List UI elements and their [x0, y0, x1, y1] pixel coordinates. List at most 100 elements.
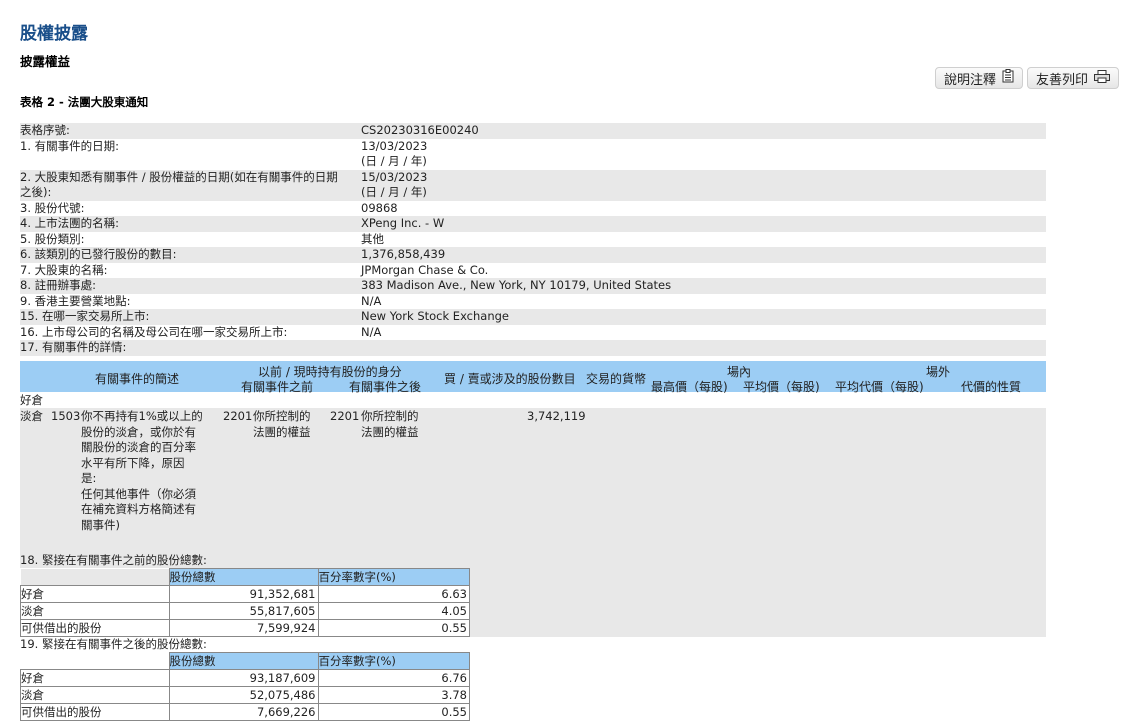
field-row: 17. 有關事件的詳情:	[20, 340, 1046, 356]
field-label: 2. 大股東知悉有關事件 / 股份權益的日期(如在有關事件的日期 之後):	[20, 170, 361, 201]
row-total: 52,075,486	[168, 686, 319, 704]
print-button-label: 友善列印	[1035, 72, 1088, 88]
field-value: 13/03/2023 (日 / 月 / 年)	[361, 139, 1046, 170]
field-row: 6. 該類別的已發行股份的數目: 1,376,858,439	[20, 247, 1046, 263]
shares-before-table: 股份總數 百分率數字(%) 好倉 91,352,681 6.63 淡倉 55,8…	[20, 568, 470, 637]
field-row: 1. 有關事件的日期: 13/03/2023 (日 / 月 / 年)	[20, 139, 1046, 170]
printer-icon	[1094, 69, 1110, 87]
toolbar: 說明注釋 友善列印	[934, 67, 1119, 89]
description-line: 股份的淡倉，或你於有	[81, 424, 196, 439]
field-label: 表格序號:	[20, 123, 70, 137]
field-value: 383 Madison Ave., New York, NY 10179, Un…	[361, 278, 672, 292]
field-row: 8. 註冊辦事處: 383 Madison Ave., New York, NY…	[20, 278, 1046, 294]
long-position-label: 好倉	[20, 393, 43, 407]
field-row: 2. 大股東知悉有關事件 / 股份權益的日期(如在有關事件的日期 之後): 15/…	[20, 169, 1046, 201]
field-label-line: 2. 大股東知悉有關事件 / 股份權益的日期(如在有關事件的日期	[20, 169, 338, 184]
field-row: 7. 大股東的名稱: JPMorgan Chase & Co.	[20, 263, 1046, 279]
field-label: 9. 香港主要營業地點:	[20, 293, 131, 308]
row-pct: 4.05	[317, 602, 470, 620]
field-row: 15. 在哪一家交易所上市: New York Stock Exchange	[20, 309, 1046, 325]
field-row: 3. 股份代號: 09868	[20, 201, 1046, 217]
row-label: 淡倉	[20, 602, 170, 620]
after-capacity: 你所控制的 法團的權益	[361, 409, 419, 440]
field-label: 1. 有關事件的日期:	[20, 138, 120, 153]
event-code: 1503	[51, 409, 81, 423]
row-total: 55,817,605	[168, 602, 319, 620]
date-format-note: (日 / 月 / 年)	[361, 185, 427, 199]
row-pct: 6.76	[317, 669, 470, 687]
row-total: 7,599,924	[168, 619, 319, 637]
row-total: 7,669,226	[168, 703, 319, 721]
capacity-line: 法團的權益	[253, 424, 311, 439]
page-title: 股權披露	[20, 24, 88, 44]
row-label: 淡倉	[20, 686, 170, 704]
section-18: 18. 緊接在有關事件之前的股份總數: 股份總數 百分率數字(%) 好倉 91,…	[20, 553, 1046, 637]
field-label: 8. 註冊辦事處:	[20, 278, 97, 292]
field-value: 1,376,858,439	[361, 247, 446, 261]
section-19: 19. 緊接在有關事件之後的股份總數: 股份總數 百分率數字(%) 好倉 93,…	[20, 637, 1046, 723]
col-total-shares: 股份總數	[168, 652, 319, 670]
print-button[interactable]: 友善列印	[1026, 67, 1119, 89]
field-label: 16. 上市母公司的名稱及母公司在哪一家交易所上市:	[20, 324, 288, 339]
row-label: 好倉	[20, 585, 170, 603]
field-value: N/A	[361, 324, 382, 339]
field-value: 15/03/2023 (日 / 月 / 年)	[361, 170, 1046, 201]
col-currency: 交易的貨幣	[586, 372, 647, 386]
before-code: 2201	[223, 409, 253, 423]
description-line: 關股份的淡倉的百分率	[81, 440, 196, 454]
description-line: 任何其他事件（你必須	[81, 486, 196, 501]
table-row: 可供借出的股份 7,669,226 0.55	[20, 703, 470, 721]
row-total: 93,187,609	[168, 669, 319, 687]
field-value: N/A	[361, 293, 382, 308]
row-total: 91,352,681	[168, 585, 319, 603]
event-shares: 3,742,119	[527, 409, 586, 423]
field-value: 09868	[361, 200, 398, 215]
field-value: XPeng Inc. - W	[361, 216, 445, 230]
section-19-title: 19. 緊接在有關事件之後的股份總數:	[20, 637, 207, 651]
field-label: 7. 大股東的名稱:	[20, 262, 108, 277]
after-code: 2201	[330, 409, 360, 423]
table-row: 好倉 93,187,609 6.76	[20, 669, 470, 687]
col-total-shares: 股份總數	[168, 568, 319, 586]
field-label: 15. 在哪一家交易所上市:	[20, 309, 150, 323]
table-row: 淡倉 55,817,605 4.05	[20, 602, 470, 620]
field-row: 16. 上市母公司的名稱及母公司在哪一家交易所上市: N/A	[20, 325, 1046, 341]
row-label: 可供借出的股份	[20, 619, 170, 637]
table-corner	[20, 568, 170, 586]
field-label: 6. 該類別的已發行股份的數目:	[20, 247, 177, 261]
table-row: 淡倉 52,075,486 3.78	[20, 686, 470, 704]
row-label: 好倉	[20, 669, 170, 687]
description-line: 關事件)	[81, 517, 120, 532]
row-pct: 3.78	[317, 686, 470, 704]
event-description: 你不再持有1%或以上的 股份的淡倉，或你於有 關股份的淡倉的百分率 水平有所下降…	[81, 409, 211, 533]
table-corner	[20, 652, 170, 670]
notes-button[interactable]: 說明注釋	[934, 67, 1023, 89]
field-value: CS20230316E00240	[361, 123, 479, 137]
field-label: 17. 有關事件的詳情:	[20, 340, 127, 354]
capacity-line: 法團的權益	[361, 424, 419, 439]
col-off-exchange: 場外	[926, 365, 951, 379]
field-value: JPMorgan Chase & Co.	[361, 262, 489, 277]
row-pct: 6.63	[317, 585, 470, 603]
before-capacity: 你所控制的 法團的權益	[253, 409, 311, 440]
event-position: 淡倉	[20, 409, 43, 423]
description-line: 水平有所下降，原因	[81, 455, 185, 470]
field-row: 5. 股份類別: 其他	[20, 232, 1046, 248]
capacity-line: 你所控制的	[253, 409, 311, 423]
field-row: 4. 上市法團的名稱: XPeng Inc. - W	[20, 216, 1046, 232]
col-percentage: 百分率數字(%)	[317, 568, 470, 586]
col-summary: 有關事件的簡述	[95, 372, 180, 386]
capacity-line: 你所控制的	[361, 409, 419, 423]
date-format-note: (日 / 月 / 年)	[361, 154, 427, 168]
field-row: 9. 香港主要營業地點: N/A	[20, 294, 1046, 310]
field-value: New York Stock Exchange	[361, 309, 509, 323]
fields-grid: 表格序號: CS20230316E00240 1. 有關事件的日期: 13/03…	[20, 123, 1046, 356]
field-value: 其他	[361, 231, 384, 246]
notes-button-label: 說明注釋	[943, 72, 996, 88]
table-row: 好倉 91,352,681 6.63	[20, 585, 470, 603]
table-row: 可供借出的股份 7,599,924 0.55	[20, 619, 470, 637]
form-title: 表格 2 - 法團大股東通知	[20, 95, 149, 109]
description-line: 是:	[81, 471, 97, 485]
section-18-title: 18. 緊接在有關事件之前的股份總數:	[20, 553, 207, 567]
date-value: 15/03/2023	[361, 169, 428, 184]
